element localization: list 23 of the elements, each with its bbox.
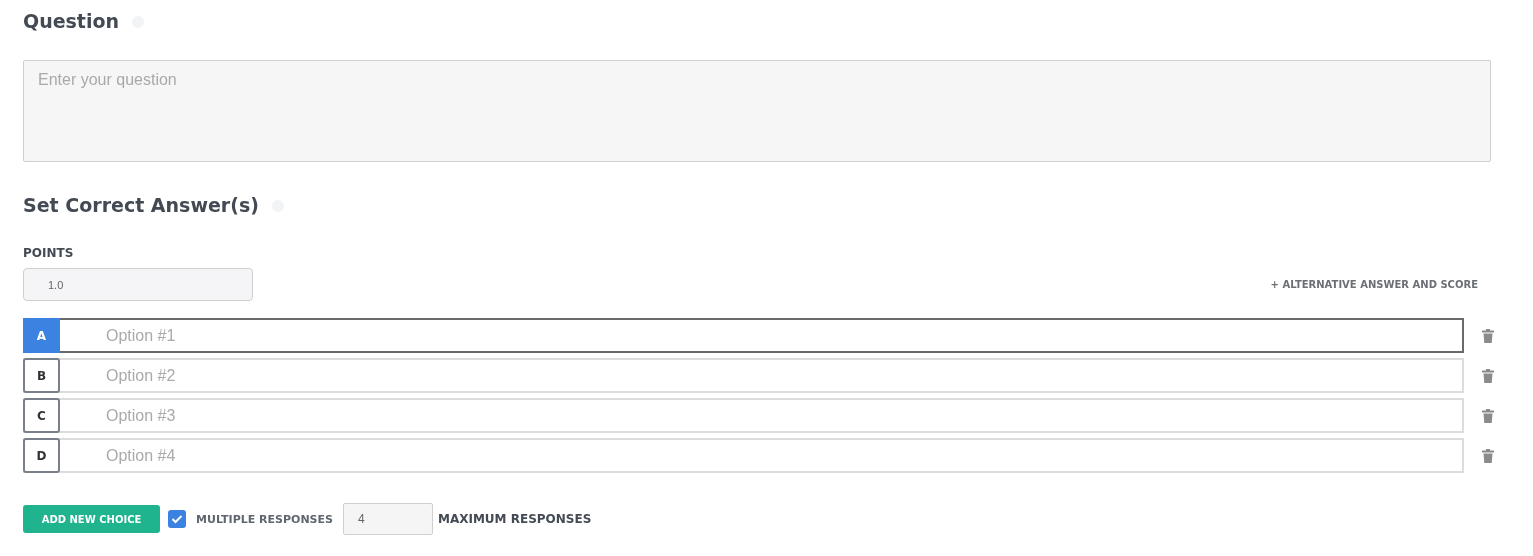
option-field[interactable]: A Option #1 — [23, 318, 1464, 353]
max-responses-label: MAXIMUM RESPONSES — [437, 512, 592, 526]
option-letter[interactable]: A — [23, 318, 60, 353]
trash-icon[interactable] — [1482, 328, 1494, 343]
section-heading: Question — [23, 10, 120, 32]
trash-icon[interactable] — [1482, 368, 1494, 383]
option-field[interactable]: B Option #2 — [23, 358, 1464, 393]
question-field[interactable]: Enter your question — [23, 60, 1491, 162]
max-responses-field[interactable]: 4 — [342, 503, 433, 535]
option-field[interactable]: C Option #3 — [23, 398, 1464, 433]
option-letter[interactable]: C — [23, 398, 60, 433]
points-field[interactable]: 1.0 — [23, 268, 253, 301]
option-letter[interactable]: B — [23, 358, 60, 393]
option-letter[interactable]: D — [23, 438, 60, 473]
option-field[interactable]: D Option #4 — [23, 438, 1464, 473]
check-icon — [171, 514, 183, 524]
trash-icon[interactable] — [1482, 408, 1494, 423]
trash-icon[interactable] — [1482, 448, 1494, 463]
section-heading: Set Correct Answer(s) — [23, 194, 259, 216]
checkbox[interactable] — [168, 510, 186, 528]
checkbox-label: MULTIPLE RESPONSES — [196, 512, 333, 526]
points-label: POINTS — [23, 246, 75, 260]
alternative-answer-link[interactable]: + ALTERNATIVE ANSWER AND SCORE — [1270, 279, 1478, 290]
